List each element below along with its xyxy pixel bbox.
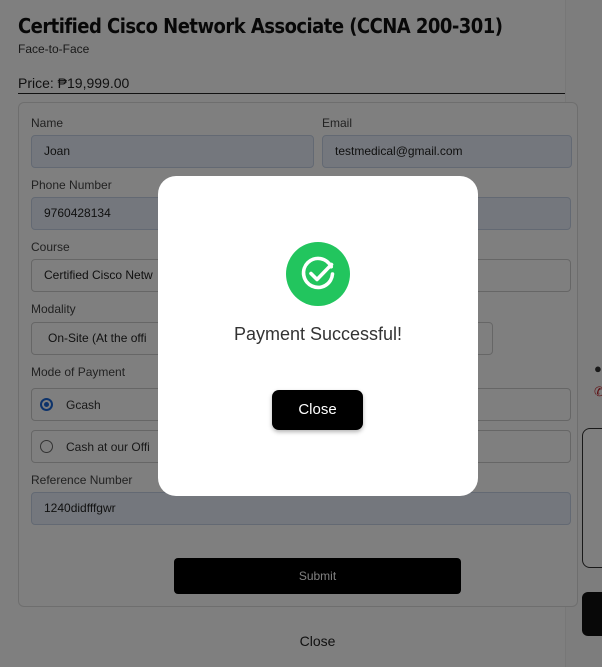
modal-close-button[interactable]: Close xyxy=(272,390,363,430)
modal-message: Payment Successful! xyxy=(233,324,403,344)
payment-success-modal: Payment Successful! Close xyxy=(158,176,478,496)
check-circle-icon xyxy=(286,242,350,306)
